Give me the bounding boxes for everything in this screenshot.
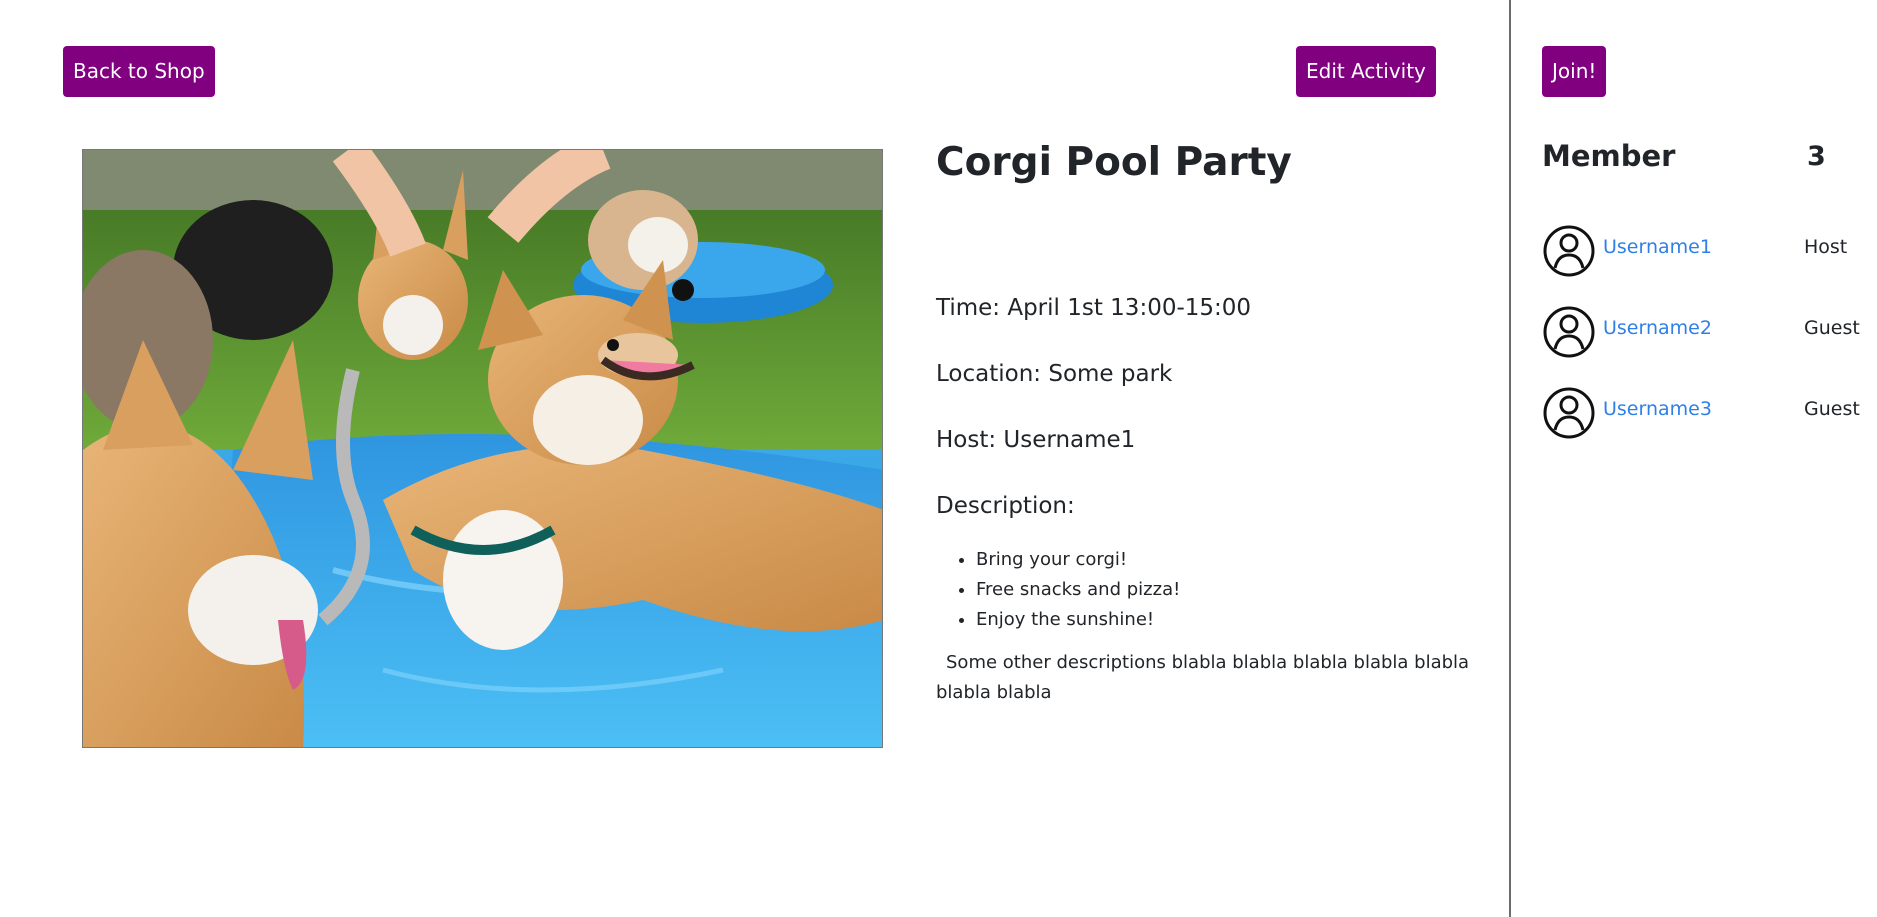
member-link-username2[interactable]: Username2 (1603, 317, 1712, 339)
user-avatar-icon[interactable] (1542, 305, 1596, 359)
user-avatar-icon[interactable] (1542, 224, 1596, 278)
member-heading: Member (1542, 139, 1676, 173)
member-row: Username2 Guest (1542, 305, 1877, 359)
join-button[interactable]: Join! (1542, 46, 1607, 97)
member-row: Username1 Host (1542, 224, 1877, 278)
member-link-username3[interactable]: Username3 (1603, 398, 1712, 420)
member-role: Guest (1804, 398, 1860, 420)
description-item: Free snacks and pizza! (976, 575, 1180, 605)
main-area: Back to Shop Edit Activity Corgi Pool Pa… (0, 0, 1508, 917)
edit-activity-button[interactable]: Edit Activity (1296, 46, 1436, 97)
activity-title: Corgi Pool Party (936, 140, 1292, 185)
member-role: Host (1804, 236, 1848, 258)
member-link-username1[interactable]: Username1 (1603, 236, 1712, 258)
activity-location: Location: Some park (936, 361, 1173, 387)
member-count: 3 (1807, 141, 1826, 172)
activity-photo (82, 149, 883, 748)
member-row: Username3 Guest (1542, 386, 1877, 440)
activity-host: Host: Username1 (936, 427, 1136, 453)
description-item: Enjoy the sunshine! (976, 605, 1180, 635)
member-role: Guest (1804, 317, 1860, 339)
member-sidebar: Join! Member 3 Username1 Host Username2 … (1509, 0, 1877, 917)
activity-time: Time: April 1st 13:00-15:00 (936, 295, 1252, 321)
description-extra: Some other descriptions blabla blabla bl… (936, 652, 1470, 703)
description-label: Description: (936, 493, 1075, 519)
description-list: Bring your corgi! Free snacks and pizza!… (936, 545, 1180, 635)
back-to-shop-button[interactable]: Back to Shop (63, 46, 215, 97)
description-item: Bring your corgi! (976, 545, 1180, 575)
user-avatar-icon[interactable] (1542, 386, 1596, 440)
